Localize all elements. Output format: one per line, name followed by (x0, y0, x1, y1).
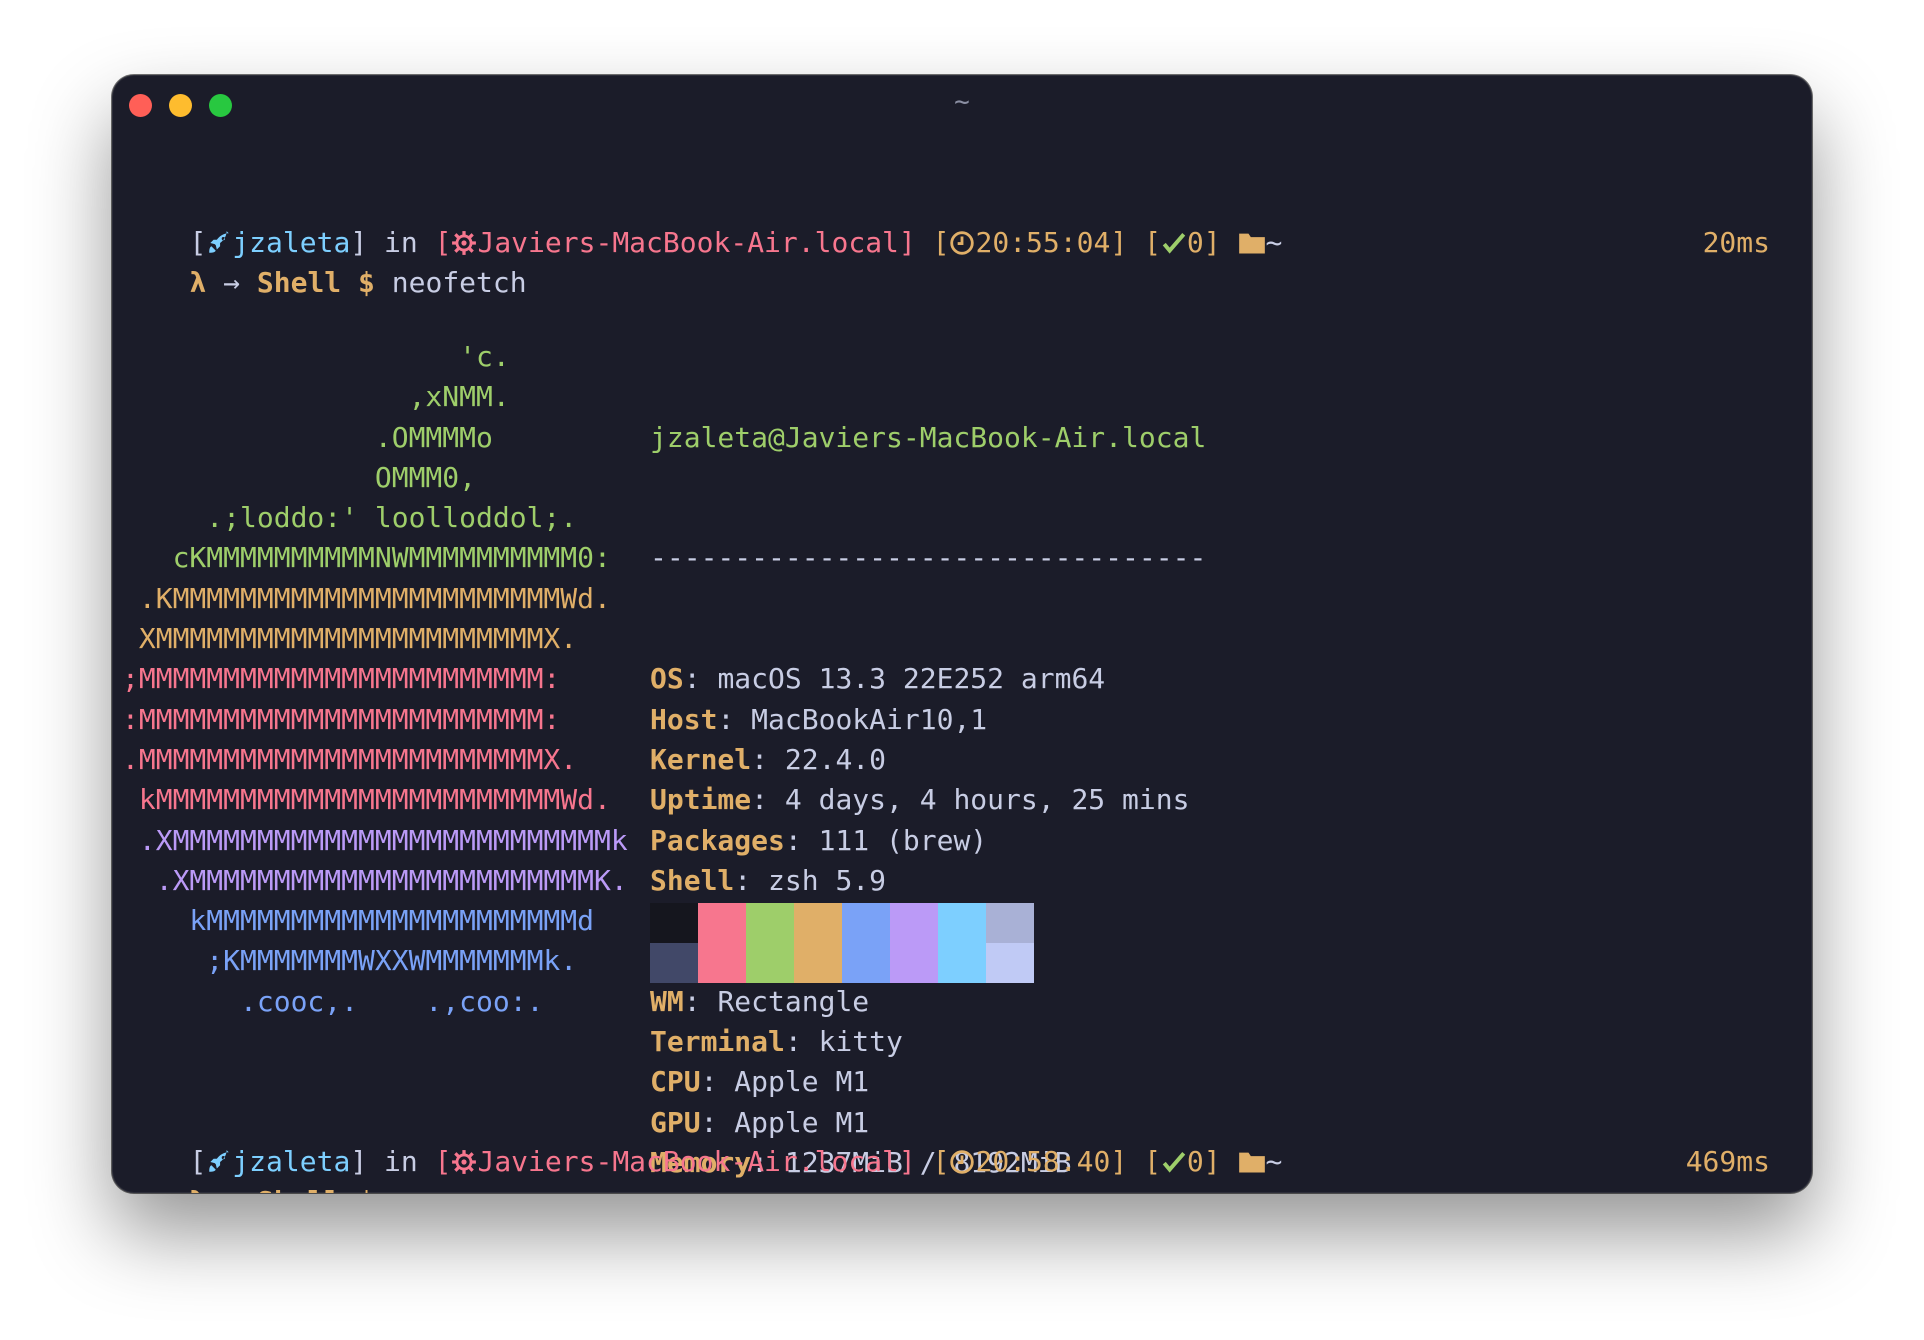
ascii-art-logo: 'c. ,xNMM. .OMMMMo OMMM0, .;loddo:' lool… (122, 337, 628, 1022)
prompt-status: 0 (1186, 1145, 1204, 1178)
ascii-art-row: :MMMMMMMMMMMMMMMMMMMMMMMM: (122, 702, 561, 736)
ascii-art-row: XMMMMMMMMMMMMMMMMMMMMMMMX. (122, 622, 578, 656)
ascii-art-row: .KMMMMMMMMMMMMMMMMMMMMMMMWd. (122, 581, 611, 615)
ascii-art-row: .MMMMMMMMMMMMMMMMMMMMMMMMX. (122, 742, 578, 776)
sysinfo-value: 4 days, 4 hours, 25 mins (784, 783, 1190, 817)
color-palette (650, 903, 1034, 983)
gear-icon (451, 1146, 477, 1186)
check-icon (1161, 1146, 1187, 1186)
ascii-art-row: kMMMMMMMMMMMMMMMMMMMMMMMMWd. (122, 783, 611, 817)
shell-label: Shell (256, 266, 342, 299)
palette-swatch-normal-6 (938, 903, 986, 943)
palette-swatch-bright-3 (794, 943, 842, 983)
palette-swatch-bright-4 (842, 943, 890, 983)
palette-swatch-bright-5 (890, 943, 938, 983)
shell-label: Shell (257, 1185, 341, 1193)
prompt-line-command-2[interactable]: λ → Shell $ (122, 1142, 392, 1193)
prompt-line-command: λ → Shell $ neofetch (122, 223, 526, 299)
system-info: jzaleta@Javiers-MacBook-Air.local ------… (650, 337, 1206, 1193)
command-duration: 20ms (1702, 226, 1770, 259)
ascii-art-row: ,xNMM. (122, 380, 510, 414)
sysinfo-row: Packages: 111 (brew) (650, 823, 988, 857)
sysinfo-value: zsh 5.9 (768, 863, 887, 897)
sysinfo-key: Shell (650, 863, 735, 897)
sysinfo-key: Host (650, 702, 718, 736)
ascii-art-row: .XMMMMMMMMMMMMMMMMMMMMMMMMMMk (122, 823, 628, 857)
sysinfo-value: macOS 13.3 22E252 arm64 (717, 662, 1106, 696)
lambda-symbol: λ (189, 266, 207, 299)
prompt-line-info: [jzaleta] in [Javiers-MacBook-Air.local]… (122, 183, 1282, 259)
palette-swatch-bright-6 (938, 943, 986, 983)
arrow-icon: → (223, 1185, 240, 1193)
palette-swatch-normal-2 (746, 903, 794, 943)
ascii-art-row: cKMMMMMMMMMMNWMMMMMMMMMM0: (122, 541, 611, 575)
terminal-window: ~ [jzaleta] in [Javiers-MacBook-Air.loca… (112, 75, 1812, 1193)
prompt-line-info-2: [jzaleta] in [Javiers-MacBook-Air.local]… (122, 1102, 1282, 1178)
palette-swatch-bright-0 (650, 943, 698, 983)
ascii-art-row: ;KMMMMMMMWXXWMMMMMMMk. (122, 944, 578, 978)
sysinfo-key: Packages (650, 823, 785, 857)
clock-icon (949, 1146, 975, 1186)
sysinfo-header: jzaleta@Javiers-MacBook-Air.local (650, 420, 1207, 454)
palette-swatch-normal-5 (890, 903, 938, 943)
sysinfo-key: OS (650, 662, 684, 696)
sysinfo-row: OS: macOS 13.3 22E252 arm64 (650, 662, 1106, 696)
sysinfo-key: CPU (650, 1065, 701, 1099)
palette-swatch-normal-4 (842, 903, 890, 943)
ascii-art-row: ;MMMMMMMMMMMMMMMMMMMMMMMM: (122, 662, 561, 696)
sysinfo-row: Uptime: 4 days, 4 hours, 25 mins (650, 783, 1190, 817)
dollar-symbol: $ (358, 1185, 375, 1193)
prompt-status: 0 (1186, 226, 1204, 259)
title-bar: ~ (112, 75, 1812, 133)
dollar-symbol: $ (358, 266, 375, 299)
palette-swatch-bright-7 (986, 943, 1034, 983)
sysinfo-value: 111 (brew) (818, 823, 988, 857)
palette-swatch-normal-0 (650, 903, 698, 943)
folder-icon (1238, 227, 1266, 267)
sysinfo-value: MacBookAir10,1 (751, 702, 988, 736)
ascii-art-row: .;loddo:' loolloddol;. (122, 501, 578, 535)
prompt-host: Javiers-MacBook-Air.local (477, 1145, 899, 1178)
ascii-art-row: OMMM0, (122, 460, 477, 494)
ascii-art-row: .OMMMMo (122, 420, 493, 454)
sysinfo-key: Terminal (650, 1025, 785, 1059)
folder-icon (1238, 1146, 1266, 1186)
arrow-icon: → (223, 266, 241, 299)
command-duration-2: 469ms (1685, 1145, 1770, 1178)
sysinfo-row: Kernel: 22.4.0 (650, 742, 887, 776)
sysinfo-row: CPU: Apple M1 (650, 1065, 870, 1099)
clock-icon (949, 227, 975, 267)
palette-swatch-normal-3 (794, 903, 842, 943)
palette-swatch-normal-1 (698, 903, 746, 943)
sysinfo-row: Shell: zsh 5.9 (650, 863, 887, 897)
prompt-time: 20:58:40 (975, 1145, 1111, 1178)
sysinfo-value: kitty (818, 1025, 903, 1059)
palette-swatch-bright-1 (698, 943, 746, 983)
prompt-host: Javiers-MacBook-Air.local (477, 226, 899, 259)
ascii-art-row: .XMMMMMMMMMMMMMMMMMMMMMMMMK. (122, 863, 628, 897)
sysinfo-value: Rectangle (717, 984, 870, 1018)
prompt-dir: ~ (1265, 226, 1283, 259)
sysinfo-row: Terminal: kitty (650, 1025, 903, 1059)
sysinfo-value: Apple M1 (734, 1065, 870, 1099)
check-icon (1161, 227, 1187, 267)
window-title: ~ (954, 87, 970, 117)
lambda-symbol: λ (189, 1185, 206, 1193)
sysinfo-key: Uptime (650, 783, 752, 817)
palette-swatch-bright-2 (746, 943, 794, 983)
ascii-art-row: .cooc,. .,coo:. (122, 984, 544, 1018)
sysinfo-key: WM (650, 984, 684, 1018)
prompt-time: 20:55:04 (975, 226, 1111, 259)
prompt-dir: ~ (1265, 1145, 1283, 1178)
ascii-art-row: kMMMMMMMMMMMMMMMMMMMMMMd (122, 904, 595, 938)
command-text: neofetch (391, 266, 527, 299)
palette-swatch-normal-7 (986, 903, 1034, 943)
sysinfo-row: WM: Rectangle (650, 984, 870, 1018)
sysinfo-key: Kernel (650, 742, 752, 776)
sysinfo-value: 22.4.0 (784, 742, 887, 776)
sysinfo-separator: --------------------------------- (650, 541, 1207, 575)
sysinfo-row: Host: MacBookAir10,1 (650, 702, 988, 736)
ascii-art-row: 'c. (122, 340, 510, 373)
